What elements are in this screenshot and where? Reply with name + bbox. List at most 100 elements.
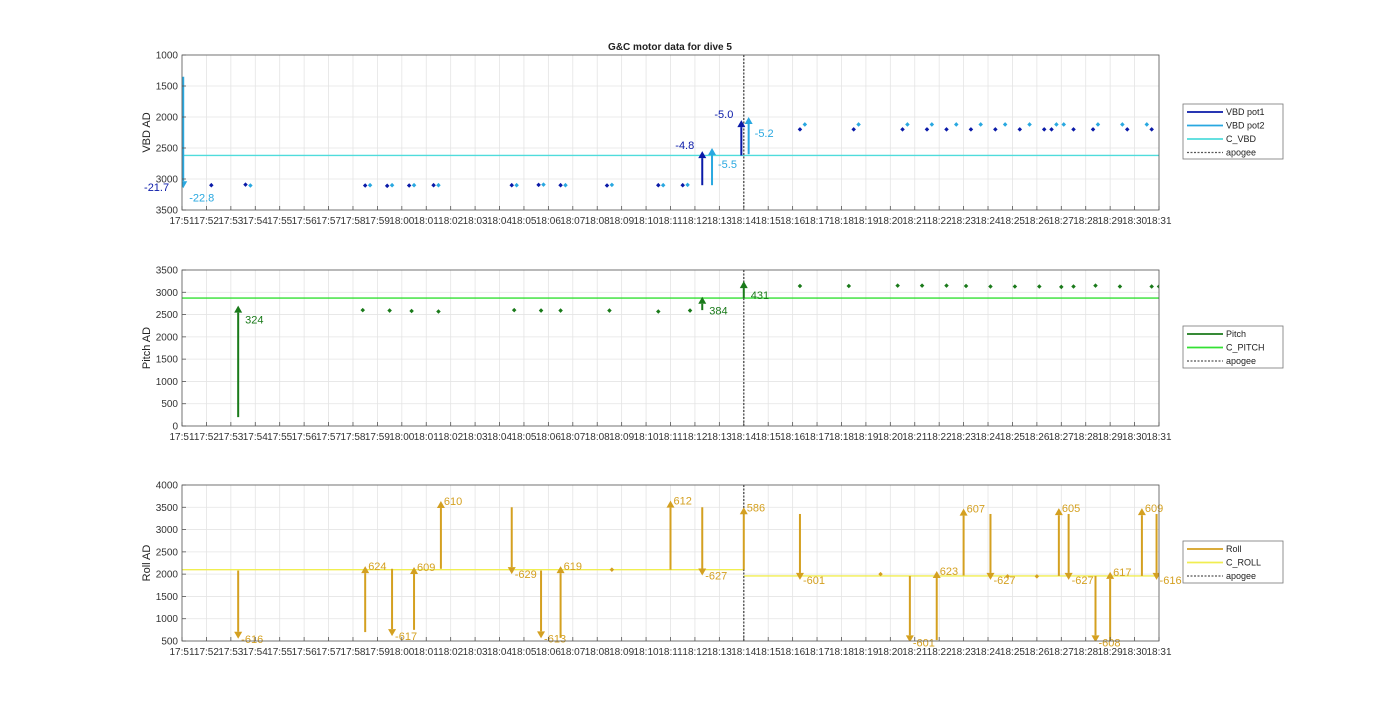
x-tick-label: 18:09 [609, 432, 634, 443]
x-tick-label: 18:13 [707, 647, 732, 658]
x-tick-label: 18:04 [487, 432, 512, 443]
x-tick-label: 18:27 [1049, 216, 1074, 227]
x-tick-label: 18:19 [853, 432, 878, 443]
y-tick-label: 2500 [156, 547, 179, 558]
x-tick-label: 18:02 [438, 647, 463, 658]
x-tick-label: 18:15 [756, 432, 781, 443]
x-tick-label: 18:01 [414, 432, 439, 443]
x-tick-label: 18:28 [1073, 647, 1098, 658]
arrow-label: 609 [1145, 503, 1163, 515]
x-tick-label: 18:13 [707, 216, 732, 227]
y-tick-label: 1500 [156, 355, 179, 366]
x-tick-label: 18:29 [1098, 647, 1123, 658]
x-tick-label: 18:23 [951, 432, 976, 443]
x-tick-label: 18:20 [878, 647, 903, 658]
y-tick-label: 3000 [156, 175, 179, 186]
x-tick-label: 18:24 [976, 647, 1001, 658]
x-tick-label: 17:51 [169, 432, 194, 443]
x-tick-label: 18:19 [853, 216, 878, 227]
arrow-label: -627 [705, 570, 727, 582]
x-tick-label: 18:05 [511, 432, 536, 443]
x-tick-label: 18:11 [658, 432, 683, 443]
x-tick-label: 17:58 [340, 647, 365, 658]
x-tick-label: 18:26 [1024, 216, 1049, 227]
x-tick-label: 17:59 [365, 432, 390, 443]
y-tick-label: 3000 [156, 288, 179, 299]
x-tick-label: 18:22 [927, 647, 952, 658]
pitch-panel: 32438443117:51 17:52 17:53 17:54 17:55 17:56 1… [141, 266, 1284, 443]
x-tick-label: 18:01 [414, 647, 439, 658]
legend-label: C_VBD [1226, 134, 1257, 144]
arrow-label: -22.8 [189, 192, 214, 204]
x-tick-label: 18:09 [609, 216, 634, 227]
x-tick-label: 18:22 [927, 216, 952, 227]
x-tick-label: 18:18 [829, 216, 854, 227]
x-tick-label: 18:11 [658, 216, 683, 227]
arrow-label: -5.0 [714, 109, 733, 121]
arrow-label: 623 [940, 566, 958, 578]
y-tick-label: 500 [161, 637, 178, 648]
x-tick-label: 18:00 [389, 647, 414, 658]
x-tick-label: 18:31 [1146, 432, 1171, 443]
x-tick-label: 18:06 [536, 432, 561, 443]
x-tick-label: 17:59 [365, 216, 390, 227]
x-tick-label: 18:08 [585, 647, 610, 658]
x-tick-label: 17:56 [292, 647, 317, 658]
x-tick-label: 18:23 [951, 647, 976, 658]
x-tick-label: 18:07 [560, 647, 585, 658]
x-tick-label: 18:14 [731, 432, 756, 443]
arrow-label: 609 [417, 562, 435, 574]
y-tick-label: 1000 [156, 614, 179, 625]
x-tick-label: 18:00 [389, 432, 414, 443]
x-tick-label: 18:18 [829, 432, 854, 443]
x-tick-label: 18:03 [463, 432, 488, 443]
x-tick-label: 18:05 [511, 216, 536, 227]
x-tick-label: 17:51 [169, 216, 194, 227]
x-tick-label: 17:58 [340, 432, 365, 443]
x-tick-label: 18:24 [976, 216, 1001, 227]
x-tick-label: 18:08 [585, 432, 610, 443]
x-tick-label: 17:56 [292, 432, 317, 443]
x-tick-label: 18:15 [756, 216, 781, 227]
y-axis-label: Roll AD [141, 545, 153, 582]
x-tick-label: 18:05 [511, 647, 536, 658]
arrow-label: -627 [1072, 575, 1094, 587]
y-tick-label: 1500 [156, 82, 179, 93]
y-axis-label: Pitch AD [141, 327, 153, 369]
x-tick-label: 18:19 [853, 647, 878, 658]
x-tick-label: 18:21 [902, 432, 927, 443]
arrow-label: -613 [544, 633, 566, 645]
arrow-label: 431 [751, 290, 769, 302]
arrow-label: 324 [245, 315, 263, 327]
y-tick-label: 2000 [156, 332, 179, 343]
x-tick-label: 17:53 [218, 216, 243, 227]
arrow-label: -5.5 [718, 159, 737, 171]
x-tick-label: 18:04 [487, 216, 512, 227]
x-tick-label: 18:25 [1000, 432, 1025, 443]
x-tick-label: 18:20 [878, 216, 903, 227]
x-tick-label: 18:30 [1122, 216, 1147, 227]
x-tick-label: 17:55 [267, 647, 292, 658]
x-tick-label: 17:54 [243, 647, 268, 658]
y-tick-label: 1000 [156, 377, 179, 388]
arrow-label: -616 [1160, 575, 1182, 587]
legend-label: apogee [1226, 148, 1256, 158]
x-tick-label: 17:57 [316, 647, 341, 658]
y-tick-label: 3500 [156, 503, 179, 514]
arrow-label: 612 [674, 496, 692, 508]
x-tick-label: 18:07 [560, 216, 585, 227]
legend-label: Roll [1226, 544, 1242, 554]
x-tick-label: 18:10 [634, 432, 659, 443]
x-tick-label: 18:17 [805, 432, 830, 443]
arrow-label: 605 [1062, 503, 1080, 515]
arrow-label: -627 [993, 575, 1015, 587]
x-tick-label: 18:29 [1098, 432, 1123, 443]
y-axis-label: VBD AD [141, 112, 153, 152]
x-tick-label: 18:07 [560, 432, 585, 443]
x-tick-label: 18:25 [1000, 216, 1025, 227]
x-tick-label: 17:58 [340, 216, 365, 227]
y-tick-label: 2000 [156, 113, 179, 124]
x-tick-label: 18:16 [780, 432, 805, 443]
x-tick-label: 18:17 [805, 216, 830, 227]
x-tick-label: 18:14 [731, 647, 756, 658]
